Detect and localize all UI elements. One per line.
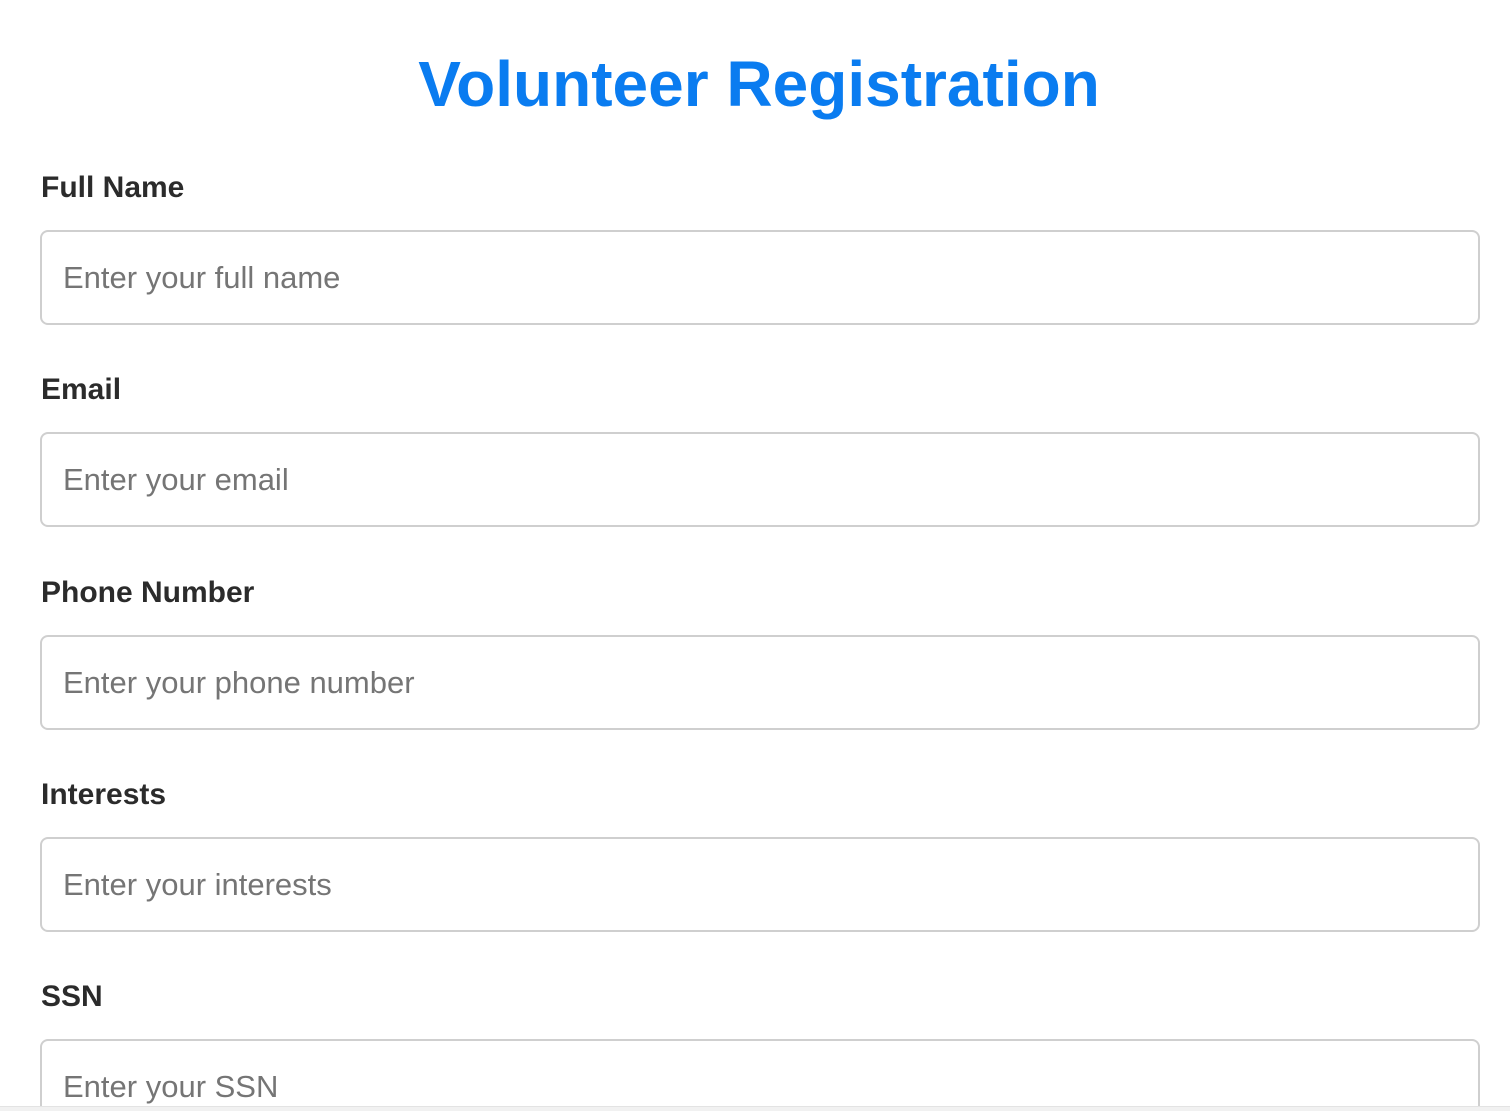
full-name-label: Full Name — [41, 171, 185, 204]
ssn-label: SSN — [41, 980, 103, 1013]
interests-label: Interests — [41, 778, 167, 811]
email-label: Email — [41, 373, 122, 406]
interests-input[interactable] — [40, 837, 1480, 932]
phone-number-label: Phone Number — [41, 576, 255, 609]
volunteer-registration-page: Volunteer Registration Full Name Email P… — [0, 0, 1510, 1111]
email-input[interactable] — [40, 432, 1480, 527]
page-title: Volunteer Registration — [418, 48, 1100, 120]
ssn-input[interactable] — [40, 1039, 1480, 1111]
full-name-input[interactable] — [40, 230, 1480, 325]
phone-number-input[interactable] — [40, 635, 1480, 730]
viewport-bottom-edge — [0, 1106, 1510, 1111]
